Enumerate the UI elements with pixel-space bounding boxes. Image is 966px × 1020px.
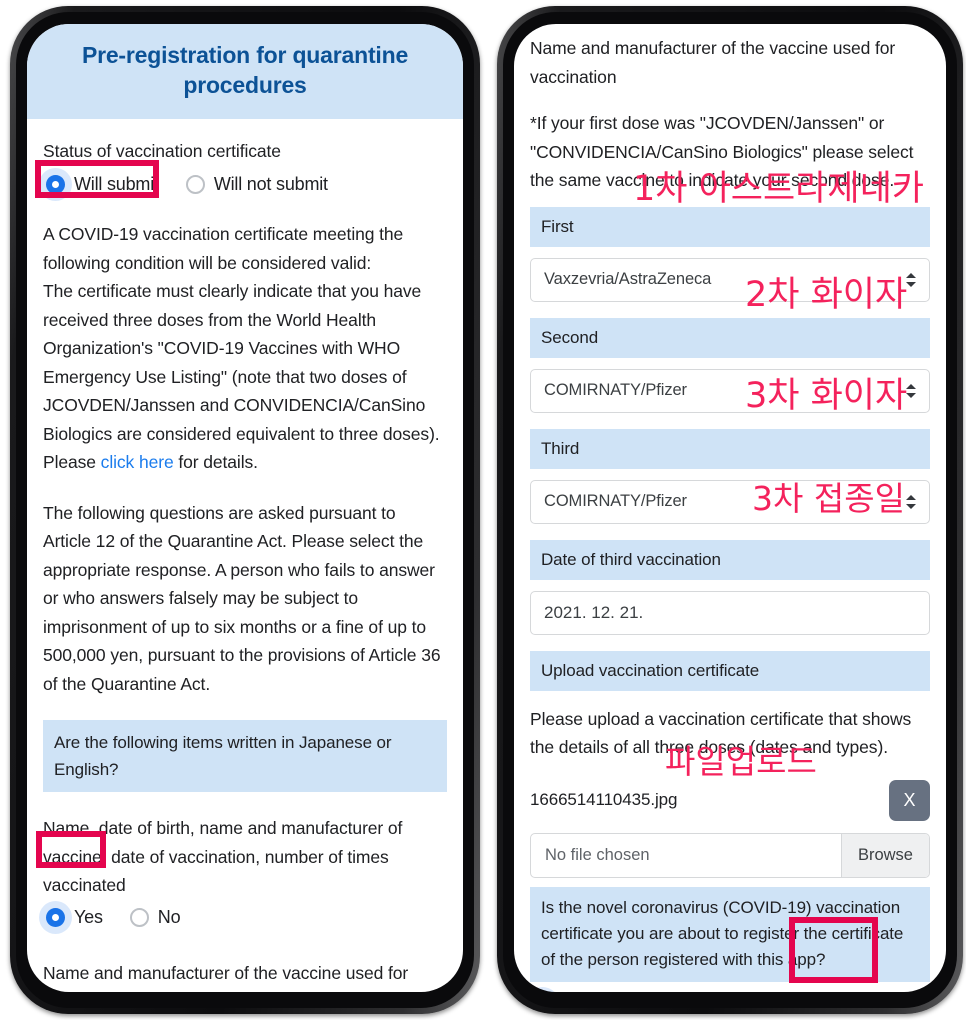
radio-option-yes[interactable]: Yes [43,904,109,931]
uploaded-file-name: 1666514110435.jpg [530,790,678,809]
screenshot-stage: Pre-registration for quarantine procedur… [0,0,966,1020]
date-value: 2021. 12. 21. [544,602,644,622]
chevron-updown-icon [905,382,917,400]
radio-label-will-not-submit: Will not submit [213,174,328,195]
select-second-dose-vaccine[interactable]: COMIRNATY/Pfizer [530,368,930,413]
band-second-dose: Second [530,317,930,358]
file-upload-input[interactable]: No file chosen Browse [530,832,930,878]
radio-selected-icon[interactable] [46,175,65,195]
radio-option-will-not-submit[interactable]: Will not submit [183,171,334,198]
phone-left: Pre-registration for quarantine procedur… [10,6,480,1014]
cert-status-label: Status of vaccination certificate [43,140,281,161]
radio-option-no[interactable]: No [127,904,187,931]
file-chosen-status: No file chosen [545,845,650,864]
final-question-radio-group[interactable]: Yes No [530,990,930,993]
chevron-updown-icon [905,493,917,511]
radio-label-will-submit: Will submit [74,174,159,195]
radio-label-no: No [157,906,181,927]
phone-right-screen: Name and manufacturer of the vaccine use… [514,24,946,992]
select-first-dose-vaccine[interactable]: Vaxzevria/AstraZeneca [530,257,930,302]
phone-right: Name and manufacturer of the vaccine use… [497,6,963,1014]
remove-file-button[interactable]: X [889,779,930,821]
phone-left-bezel: Pre-registration for quarantine procedur… [16,12,474,1008]
click-here-suffix: for details. [173,452,258,473]
browse-button[interactable]: Browse [840,833,929,877]
radio-unselected-icon[interactable] [129,907,149,927]
cert-status-radio-group[interactable]: Will submit Will not submit [43,171,447,198]
band-first-dose: First [530,206,930,247]
first-dose-note: *If your first dose was "JCOVDEN/Janssen… [530,113,914,190]
radio-option-yes[interactable]: Yes [530,990,596,993]
radio-unselected-icon[interactable] [185,175,205,195]
band-language-question: Are the following items written in Japan… [43,720,447,793]
items-written-label: Name, date of birth, name and manufactur… [43,818,403,896]
vaccine-name-label: Name and manufacturer of the vaccine use… [43,962,409,992]
radio-option-will-submit[interactable]: Will submit [43,171,165,198]
select-third-dose-value: COMIRNATY/Pfizer [544,492,687,510]
select-first-dose-value: Vaxzevria/AstraZeneca [544,270,712,288]
phone-left-screen: Pre-registration for quarantine procedur… [27,24,463,992]
band-final-question: Is the novel coronavirus (COVID-19) vacc… [530,886,930,982]
band-date-of-third-vaccination: Date of third vaccination [530,539,930,580]
phone-right-bezel: Name and manufacturer of the vaccine use… [503,12,957,1008]
radio-label-yes: Yes [74,906,103,927]
radio-option-no[interactable]: No [614,990,674,993]
select-third-dose-vaccine[interactable]: COMIRNATY/Pfizer [530,479,930,524]
click-here-prefix: Please [43,452,101,473]
japanese-english-radio-group[interactable]: Yes No [43,904,447,931]
uploaded-file-row: 1666514110435.jpg X [530,779,930,821]
paragraph-valid-certificate: A COVID-19 vaccination certificate meeti… [43,220,447,477]
right-form-content: Name and manufacturer of the vaccine use… [514,24,946,992]
upload-instruction: Please upload a vaccination certificate … [530,708,912,758]
select-second-dose-value: COMIRNATY/Pfizer [544,381,687,399]
chevron-updown-icon [905,271,917,289]
click-here-link[interactable]: click here [101,452,174,472]
date-of-third-vaccination-input[interactable]: 2021. 12. 21. [530,590,930,635]
paragraph-valid-certificate-text: A COVID-19 vaccination certificate meeti… [43,224,440,444]
band-third-dose: Third [530,428,930,469]
page-title: Pre-registration for quarantine procedur… [27,24,463,119]
band-upload-certificate: Upload vaccination certificate [530,650,930,691]
left-form-content: Status of vaccination certificate Will s… [27,119,463,992]
paragraph-quarantine-act: The following questions are asked pursua… [43,502,441,694]
vaccine-name-label: Name and manufacturer of the vaccine use… [530,38,896,87]
radio-selected-icon[interactable] [46,907,65,927]
